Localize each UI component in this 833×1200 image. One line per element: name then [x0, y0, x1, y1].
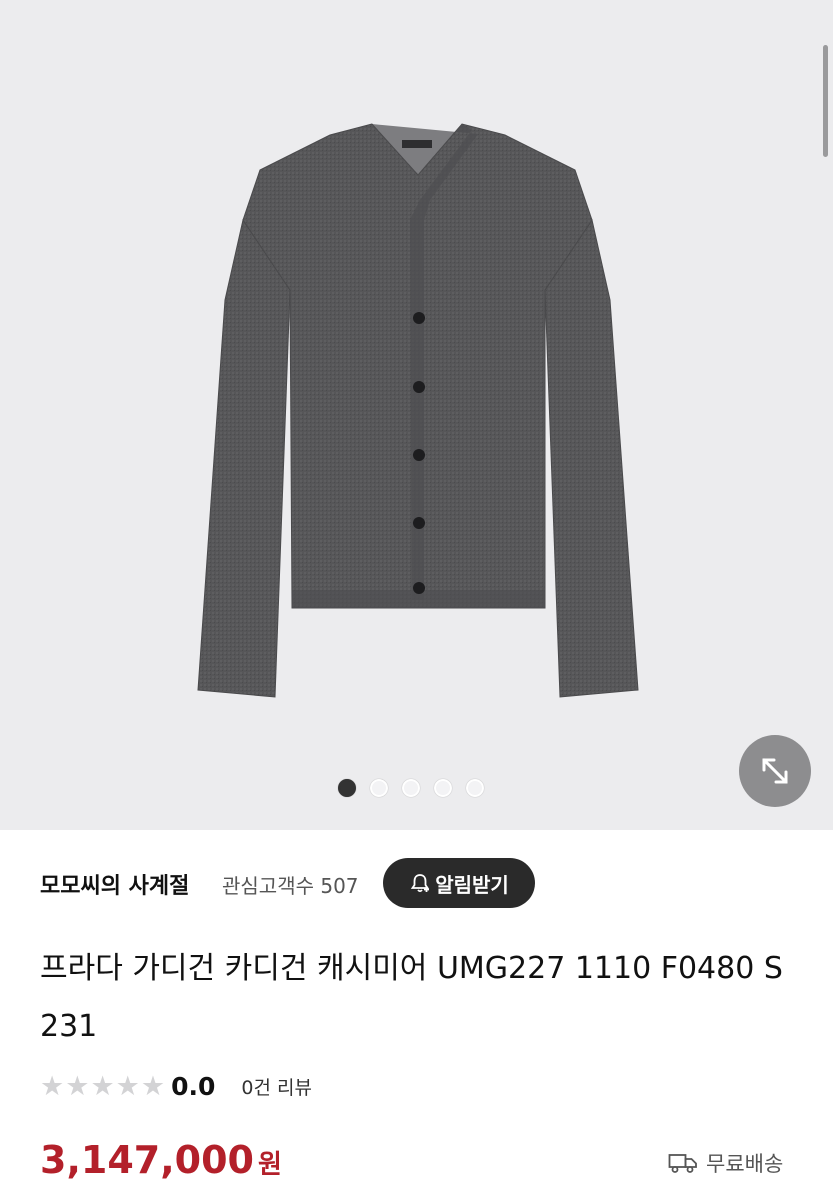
expand-arrows-icon: [762, 758, 788, 784]
gallery-dot[interactable]: [370, 779, 388, 797]
gallery-dot[interactable]: [466, 779, 484, 797]
seller-name[interactable]: 모모씨의 사계절: [40, 868, 189, 900]
review-count[interactable]: 0건 리뷰: [241, 1073, 312, 1100]
shipping-label: 무료배송: [706, 1152, 784, 1176]
product-title: 프라다 가디건 카디건 캐시미어 UMG227 1110 F0480 S 231: [40, 951, 783, 1044]
bell-plus-icon: [411, 874, 430, 893]
product-price: 3,147,000 원: [40, 1138, 282, 1182]
star-empty-icon: ★: [40, 1070, 65, 1102]
expand-image-button[interactable]: [739, 735, 811, 807]
product-image[interactable]: [0, 0, 833, 830]
gallery-pagination: [338, 779, 484, 797]
shipping-info: 무료배송: [668, 1148, 783, 1178]
follow-button-label: 알림받기: [435, 872, 509, 897]
rating-value: 0.0: [171, 1071, 216, 1101]
price-unit: 원: [257, 1150, 282, 1180]
follow-button[interactable]: 알림받기: [383, 858, 535, 908]
gallery-dot[interactable]: [338, 779, 356, 797]
product-image-gallery[interactable]: [0, 0, 833, 830]
star-empty-icon: ★: [90, 1070, 115, 1102]
seller-info: 모모씨의 사계절 관심고객수 507 알림받기: [40, 858, 800, 908]
rating-row[interactable]: ★ ★ ★ ★ ★ 0.0 0건 리뷰: [40, 1066, 312, 1106]
star-empty-icon: ★: [65, 1070, 90, 1102]
truck-icon: [668, 1154, 697, 1173]
star-empty-icon: ★: [115, 1070, 140, 1102]
gallery-dot[interactable]: [434, 779, 452, 797]
star-empty-icon: ★: [140, 1070, 166, 1102]
page-scrollbar[interactable]: [823, 45, 828, 157]
rating-stars: ★ ★ ★ ★ ★: [40, 1073, 165, 1100]
gallery-dot[interactable]: [402, 779, 420, 797]
follower-count: 관심고객수 507: [222, 874, 359, 898]
price-amount: 3,147,000: [40, 1138, 254, 1182]
